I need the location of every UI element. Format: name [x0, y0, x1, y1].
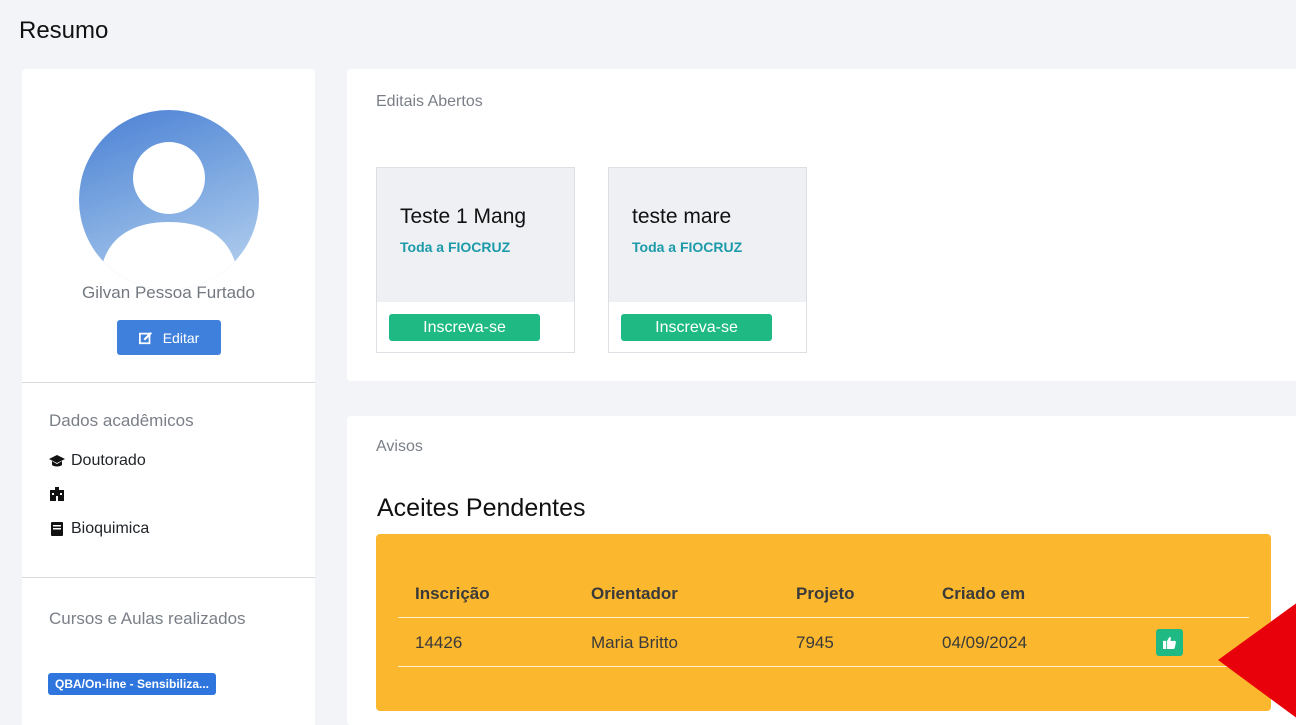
graduation-cap-icon: [49, 455, 65, 467]
accept-button[interactable]: [1156, 629, 1183, 656]
course-badge[interactable]: QBA/On-line - Sensibiliza...: [48, 673, 217, 695]
red-arrow-icon: [1218, 603, 1296, 718]
academic-degree: Doutorado: [49, 452, 146, 470]
edit-profile-button[interactable]: Editar: [117, 320, 221, 355]
edit-label: Editar: [162, 329, 200, 346]
page-title: Resumo: [19, 17, 109, 44]
subscribe-button[interactable]: Inscreva-se: [389, 314, 540, 341]
avisos-title: Avisos: [376, 438, 423, 455]
subscribe-button[interactable]: Inscreva-se: [621, 314, 772, 341]
user-name: Gilvan Pessoa Furtado: [82, 283, 255, 302]
editais-title: Editais Abertos: [376, 93, 483, 110]
projeto-cell: 7945: [796, 633, 834, 652]
degree-label: Doutorado: [71, 452, 146, 469]
book-icon: [51, 522, 63, 536]
column-header: Orientador: [591, 584, 678, 603]
academic-section-title: Dados acadêmicos: [49, 411, 194, 430]
academic-institution: [49, 486, 71, 502]
table-header: Inscrição Orientador Projeto Criado em: [398, 569, 1249, 618]
editais-panel: Editais Abertos Teste 1 Mang Toda a FIOC…: [347, 69, 1296, 381]
avatar: [79, 110, 259, 290]
orientador-cell: Maria Britto: [591, 633, 678, 652]
column-header: Inscrição: [415, 584, 490, 603]
edit-icon: [138, 331, 152, 344]
pending-heading: Aceites Pendentes: [377, 494, 586, 522]
inscricao-cell: 14426: [415, 633, 463, 652]
edital-scope: Toda a FIOCRUZ: [400, 239, 511, 255]
divider: [22, 382, 315, 383]
thumbs-up-icon: [1163, 636, 1176, 649]
building-icon: [50, 487, 64, 501]
column-header: Criado em: [942, 584, 1026, 603]
divider: [22, 577, 315, 578]
column-header: Projeto: [796, 584, 855, 603]
avisos-panel: Avisos Aceites Pendentes Inscrição Orien…: [347, 416, 1296, 725]
pending-table: Inscrição Orientador Projeto Criado em 1…: [376, 534, 1271, 711]
edital-name: Teste 1 Mang: [400, 205, 527, 228]
edital-name: teste mare: [632, 205, 732, 228]
edital-card: Teste 1 Mang Toda a FIOCRUZ Inscreva-se: [376, 167, 575, 353]
edital-scope: Toda a FIOCRUZ: [632, 239, 743, 255]
area-label: Bioquimica: [71, 520, 150, 537]
academic-area: Bioquimica: [49, 520, 149, 538]
user-silhouette-icon: [99, 142, 239, 290]
criado-em-cell: 04/09/2024: [942, 633, 1028, 652]
profile-card: Gilvan Pessoa Furtado Editar Dados acadê…: [22, 69, 315, 725]
table-row: 14426 Maria Britto 7945 04/09/2024: [398, 618, 1249, 667]
edital-card: teste mare Toda a FIOCRUZ Inscreva-se: [608, 167, 807, 353]
courses-section-title: Cursos e Aulas realizados: [49, 609, 246, 628]
